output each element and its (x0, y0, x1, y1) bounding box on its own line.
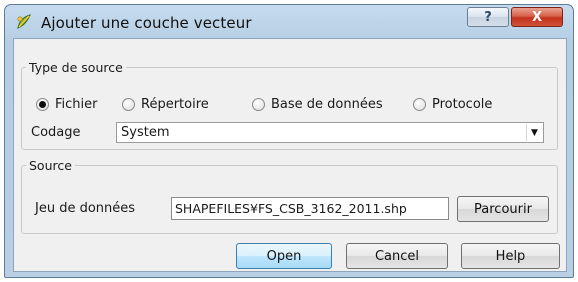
radio-indicator[interactable] (122, 98, 135, 111)
encoding-select[interactable]: System ▼ (116, 122, 544, 143)
radio-indicator[interactable] (413, 98, 426, 111)
close-icon: X (531, 9, 543, 25)
chevron-down-icon[interactable]: ▼ (526, 124, 542, 141)
radio-label-fichier: Fichier (55, 97, 98, 112)
source-type-legend: Type de source (29, 60, 123, 75)
title-close-button[interactable]: X (511, 7, 563, 27)
cancel-button[interactable]: Cancel (346, 243, 448, 269)
title-help-button[interactable]: ? (467, 7, 509, 27)
radio-indicator-checked[interactable] (36, 98, 49, 111)
dataset-label: Jeu de données (35, 201, 136, 216)
radio-label-repertoire: Répertoire (141, 97, 209, 112)
encoding-label: Codage (31, 125, 81, 140)
radio-repertoire[interactable]: Répertoire (122, 97, 209, 112)
title-bar[interactable]: Ajouter une couche vecteur ? X (5, 5, 573, 39)
radio-label-base-de-donnees: Base de données (271, 97, 383, 112)
help-button[interactable]: Help (461, 243, 560, 269)
source-type-group: Type de source Fichier Répertoire Base d… (21, 60, 558, 150)
radio-indicator[interactable] (252, 98, 265, 111)
browse-button[interactable]: Parcourir (457, 196, 549, 222)
open-button-label: Open (266, 248, 302, 264)
dataset-path-input[interactable]: SHAPEFILES¥FS_CSB_3162_2011.shp (171, 197, 449, 220)
dataset-path-value: SHAPEFILES¥FS_CSB_3162_2011.shp (175, 201, 407, 216)
radio-base-de-donnees[interactable]: Base de données (252, 97, 383, 112)
cancel-button-label: Cancel (374, 248, 420, 264)
qgis-icon (17, 14, 31, 29)
dialog-window: Ajouter une couche vecteur ? X Type de s… (4, 4, 574, 278)
question-icon: ? (484, 9, 492, 25)
window-title: Ajouter une couche vecteur (41, 14, 252, 32)
encoding-value: System (121, 125, 170, 140)
source-group: Source Jeu de données SHAPEFILES¥FS_CSB_… (21, 158, 558, 234)
radio-fichier[interactable]: Fichier (36, 97, 98, 112)
source-legend: Source (29, 158, 72, 173)
browse-button-label: Parcourir (474, 201, 532, 217)
radio-label-protocole: Protocole (432, 97, 493, 112)
dialog-client-area: Type de source Fichier Répertoire Base d… (13, 38, 567, 272)
radio-protocole[interactable]: Protocole (413, 97, 492, 112)
open-button[interactable]: Open (236, 243, 332, 269)
help-button-label: Help (495, 248, 526, 264)
